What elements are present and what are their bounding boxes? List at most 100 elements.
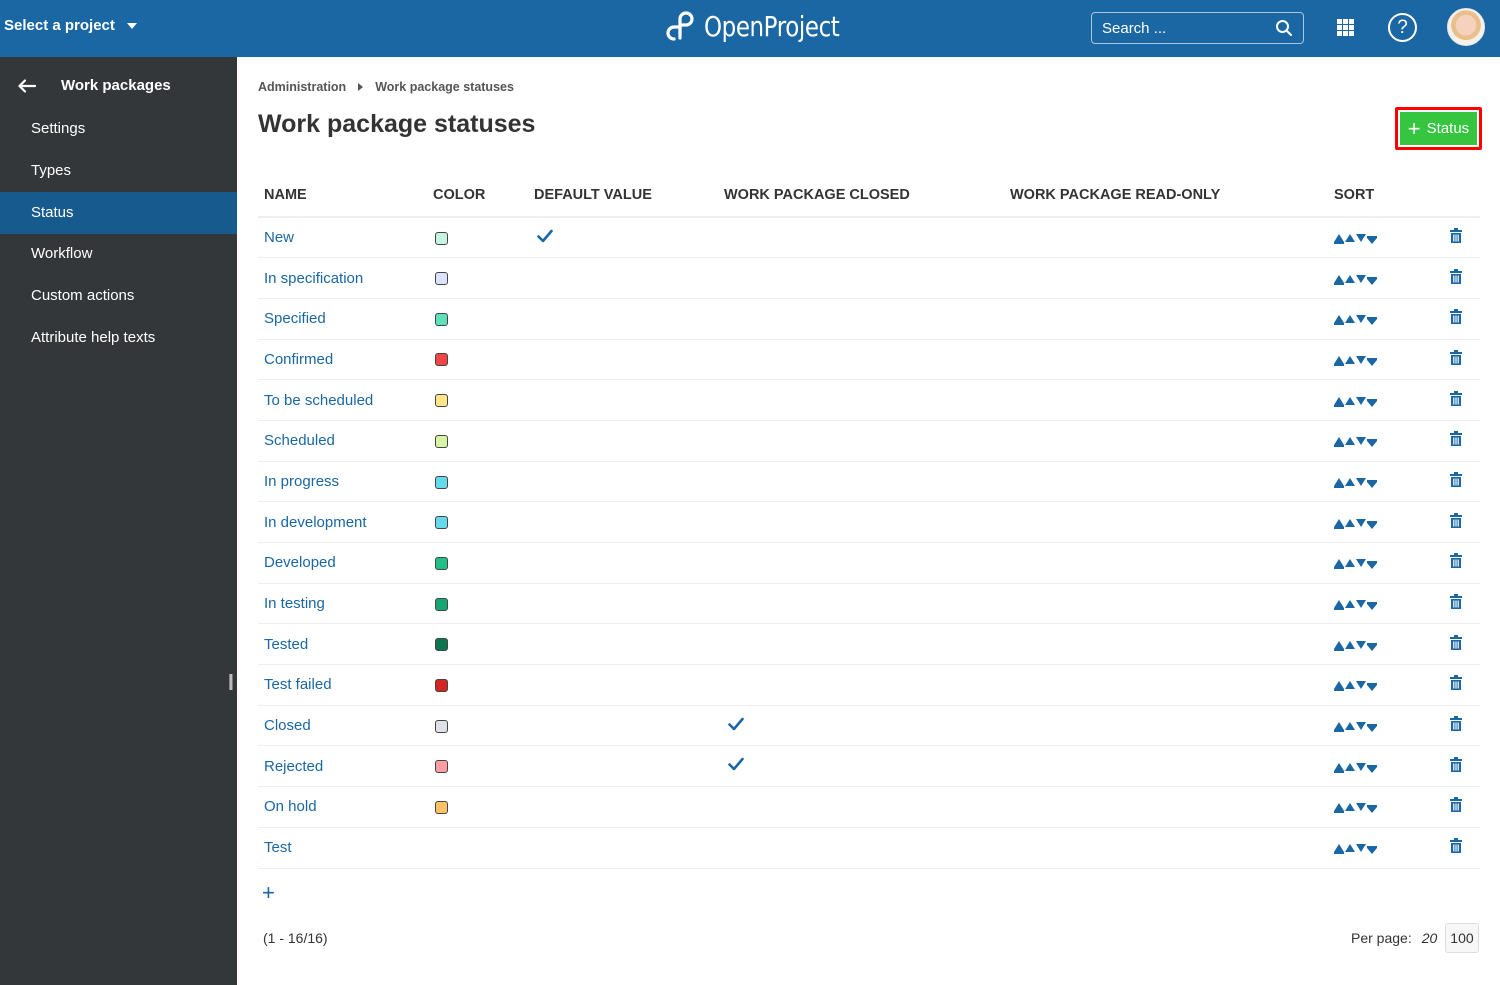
move-to-top-icon[interactable] <box>1334 559 1344 570</box>
move-down-icon[interactable] <box>1356 762 1366 773</box>
status-name-link[interactable]: Test <box>264 839 292 856</box>
move-to-bottom-icon[interactable] <box>1367 398 1377 407</box>
move-to-top-icon[interactable] <box>1334 803 1344 814</box>
status-name-link[interactable]: In development <box>264 514 367 531</box>
move-up-icon[interactable] <box>1345 355 1355 366</box>
help-icon[interactable]: ? <box>1388 13 1417 42</box>
move-to-top-icon[interactable] <box>1334 315 1344 326</box>
move-to-bottom-icon[interactable] <box>1367 439 1377 448</box>
move-up-icon[interactable] <box>1345 518 1355 529</box>
trash-icon[interactable] <box>1450 431 1462 447</box>
move-to-top-icon[interactable] <box>1334 518 1344 529</box>
trash-icon[interactable] <box>1450 594 1462 610</box>
move-down-icon[interactable] <box>1356 640 1366 651</box>
add-status-button[interactable]: + Status <box>1395 107 1482 150</box>
logo[interactable]: OpenProject <box>664 9 869 43</box>
trash-icon[interactable] <box>1450 838 1462 854</box>
move-to-bottom-icon[interactable] <box>1367 805 1377 814</box>
status-name-link[interactable]: Closed <box>264 717 311 734</box>
move-up-icon[interactable] <box>1345 722 1355 732</box>
status-name-link[interactable]: Specified <box>264 310 326 327</box>
move-to-top-icon[interactable] <box>1334 437 1344 448</box>
move-to-bottom-icon[interactable] <box>1367 317 1377 326</box>
per-page-option-20[interactable]: 20 <box>1422 930 1438 946</box>
sidebar-item-types[interactable]: Types <box>0 150 237 192</box>
status-name-link[interactable]: Rejected <box>264 758 323 775</box>
move-up-icon[interactable] <box>1345 803 1355 813</box>
column-header-default-value[interactable]: DEFAULT VALUE <box>528 174 718 218</box>
move-up-icon[interactable] <box>1345 640 1355 651</box>
move-down-icon[interactable] <box>1356 518 1366 529</box>
user-avatar[interactable] <box>1447 8 1485 46</box>
search-icon[interactable] <box>1275 19 1293 37</box>
status-name-link[interactable]: In testing <box>264 595 325 612</box>
status-name-link[interactable]: To be scheduled <box>264 392 373 409</box>
move-down-icon[interactable] <box>1356 396 1366 407</box>
sidebar-item-custom-actions[interactable]: Custom actions <box>0 275 237 317</box>
move-to-bottom-icon[interactable] <box>1367 357 1377 366</box>
move-to-bottom-icon[interactable] <box>1367 236 1377 245</box>
status-name-link[interactable]: Test failed <box>264 676 332 693</box>
move-to-bottom-icon[interactable] <box>1367 724 1377 733</box>
sidebar-resize-handle[interactable] <box>229 674 233 690</box>
move-up-icon[interactable] <box>1345 844 1355 854</box>
move-down-icon[interactable] <box>1356 315 1366 325</box>
trash-icon[interactable] <box>1450 675 1462 691</box>
move-to-bottom-icon[interactable] <box>1367 683 1377 692</box>
move-to-top-icon[interactable] <box>1334 396 1344 407</box>
move-to-top-icon[interactable] <box>1334 640 1344 651</box>
trash-icon[interactable] <box>1450 309 1462 325</box>
move-to-bottom-icon[interactable] <box>1367 561 1377 570</box>
move-down-icon[interactable] <box>1356 559 1366 569</box>
trash-icon[interactable] <box>1450 471 1462 487</box>
move-up-icon[interactable] <box>1345 762 1355 773</box>
move-down-icon[interactable] <box>1356 437 1366 447</box>
move-to-bottom-icon[interactable] <box>1367 276 1377 285</box>
search-input[interactable] <box>1102 19 1272 37</box>
trash-icon[interactable] <box>1450 716 1462 732</box>
move-to-top-icon[interactable] <box>1334 600 1344 611</box>
move-up-icon[interactable] <box>1345 477 1355 488</box>
move-to-top-icon[interactable] <box>1334 234 1344 245</box>
sidebar-back-link[interactable]: Work packages <box>18 77 171 94</box>
status-name-link[interactable]: In specification <box>264 270 363 287</box>
trash-icon[interactable] <box>1450 756 1462 772</box>
search-box[interactable] <box>1091 12 1304 44</box>
move-to-top-icon[interactable] <box>1334 844 1344 855</box>
move-up-icon[interactable] <box>1345 681 1355 691</box>
trash-icon[interactable] <box>1450 390 1462 406</box>
status-name-link[interactable]: In progress <box>264 473 339 490</box>
modules-grid-icon[interactable] <box>1337 19 1354 36</box>
status-name-link[interactable]: Developed <box>264 554 336 571</box>
move-up-icon[interactable] <box>1345 600 1355 610</box>
move-down-icon[interactable] <box>1356 844 1366 854</box>
move-down-icon[interactable] <box>1356 274 1366 285</box>
column-header-closed[interactable]: WORK PACKAGE CLOSED <box>718 174 1004 218</box>
move-up-icon[interactable] <box>1345 234 1355 244</box>
status-name-link[interactable]: Scheduled <box>264 432 335 449</box>
move-down-icon[interactable] <box>1356 477 1366 488</box>
move-to-bottom-icon[interactable] <box>1367 479 1377 488</box>
per-page-option-100[interactable]: 100 <box>1445 923 1479 953</box>
trash-icon[interactable] <box>1450 634 1462 650</box>
project-select[interactable]: Select a project <box>4 17 137 34</box>
column-header-color[interactable]: COLOR <box>427 174 528 218</box>
column-header-readonly[interactable]: WORK PACKAGE READ-ONLY <box>1004 174 1328 218</box>
trash-icon[interactable] <box>1450 797 1462 813</box>
move-to-top-icon[interactable] <box>1334 762 1344 773</box>
status-name-link[interactable]: On hold <box>264 798 317 815</box>
column-header-sort[interactable]: SORT <box>1328 174 1438 218</box>
move-down-icon[interactable] <box>1356 681 1366 691</box>
column-header-name[interactable]: NAME <box>258 174 427 218</box>
trash-icon[interactable] <box>1450 349 1462 365</box>
move-to-bottom-icon[interactable] <box>1367 846 1377 855</box>
move-down-icon[interactable] <box>1356 722 1366 732</box>
sidebar-item-settings[interactable]: Settings <box>0 108 237 150</box>
move-to-top-icon[interactable] <box>1334 477 1344 488</box>
move-up-icon[interactable] <box>1345 396 1355 407</box>
trash-icon[interactable] <box>1450 268 1462 284</box>
move-down-icon[interactable] <box>1356 803 1366 813</box>
move-to-top-icon[interactable] <box>1334 274 1344 285</box>
move-up-icon[interactable] <box>1345 274 1355 285</box>
move-down-icon[interactable] <box>1356 355 1366 366</box>
